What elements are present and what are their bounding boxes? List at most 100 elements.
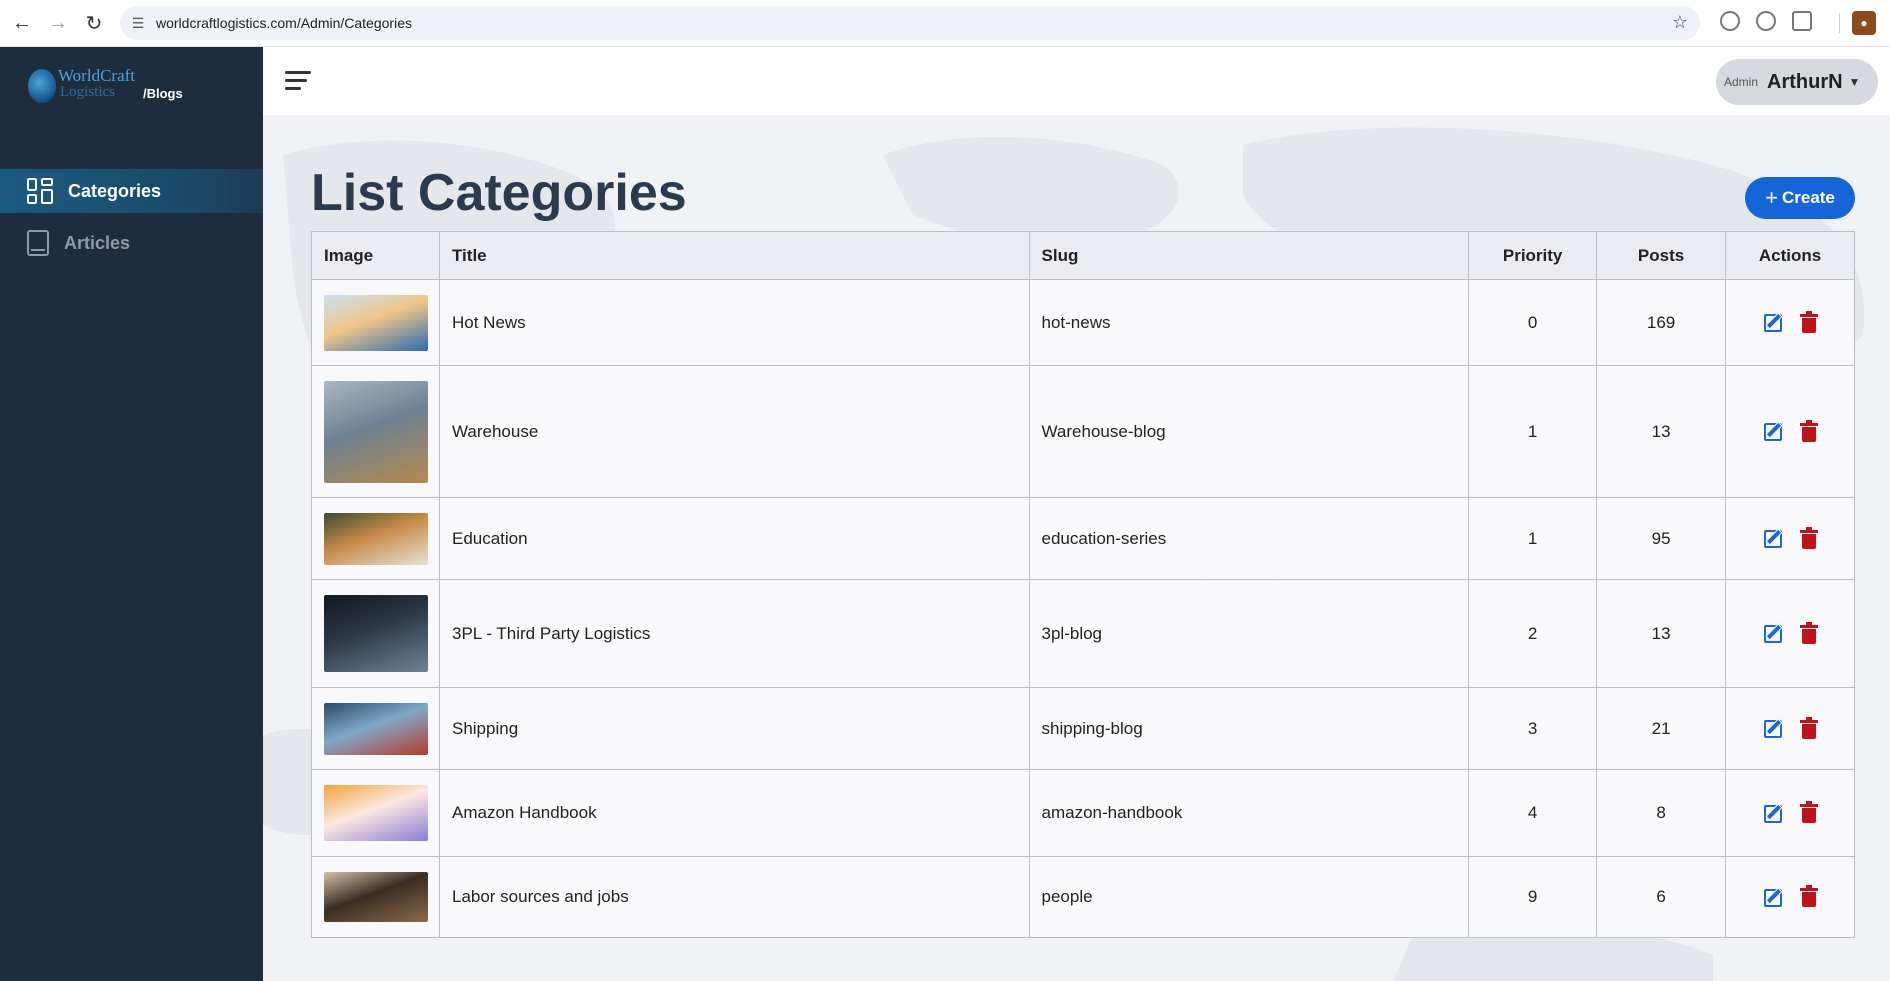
title-cell: Shipping: [438, 687, 1030, 770]
category-thumbnail: [324, 294, 428, 351]
trash-icon[interactable]: [1800, 526, 1819, 549]
sidebar-item-articles[interactable]: Articles: [0, 221, 263, 265]
user-menu[interactable]: Admin ArthurN ▼: [1716, 59, 1878, 105]
category-thumbnail: [324, 380, 428, 483]
categories-table: Image Title Slug Priority Posts Actions …: [311, 231, 1855, 938]
edit-icon[interactable]: [1764, 888, 1783, 907]
table-row: Hot News hot-news 0 169: [311, 279, 1855, 366]
column-header-priority: Priority: [1468, 231, 1598, 280]
actions-cell: [1725, 579, 1855, 688]
logo-brand: WorldCraft: [58, 66, 135, 85]
posts-cell: 13: [1596, 365, 1727, 498]
priority-cell: 1: [1468, 365, 1598, 498]
browser-toolbar: ← → ↻ ☰ worldcraftlogistics.com/Admin/Ca…: [0, 0, 1890, 47]
edit-icon[interactable]: [1764, 804, 1783, 823]
trash-icon[interactable]: [1800, 885, 1819, 907]
trash-icon[interactable]: [1800, 419, 1819, 442]
logo-suffix: /Blogs: [143, 86, 183, 101]
book-icon: [27, 230, 49, 256]
site-settings-icon[interactable]: ☰: [120, 15, 156, 32]
sidebar-item-label: Articles: [64, 232, 131, 253]
url-text[interactable]: worldcraftlogistics.com/Admin/Categories: [156, 15, 412, 31]
sidebar-item-label: Categories: [68, 180, 162, 201]
category-thumbnail: [324, 595, 428, 672]
back-icon[interactable]: ←: [4, 5, 40, 41]
actions-cell: [1725, 687, 1855, 770]
actions-cell: [1725, 279, 1855, 366]
title-cell: Warehouse: [438, 365, 1030, 498]
image-cell: [311, 856, 440, 938]
image-cell: [311, 769, 440, 857]
posts-cell: 169: [1596, 279, 1727, 366]
table-row: Education education-series 1 95: [311, 497, 1855, 580]
slug-cell: shipping-blog: [1028, 687, 1470, 770]
column-header-image: Image: [311, 231, 440, 280]
sidebar-item-categories[interactable]: Categories: [0, 169, 263, 213]
create-button-label: Create: [1781, 188, 1835, 207]
address-bar[interactable]: ☰ worldcraftlogistics.com/Admin/Categori…: [120, 6, 1700, 40]
category-thumbnail: [324, 785, 428, 841]
table-row: Amazon Handbook amazon-handbook 4 8: [311, 769, 1855, 857]
posts-cell: 13: [1596, 579, 1727, 688]
username: ArthurN: [1767, 70, 1843, 93]
column-header-title: Title: [438, 231, 1030, 280]
slug-cell: amazon-handbook: [1028, 769, 1470, 857]
trash-icon[interactable]: [1800, 801, 1819, 823]
slug-cell: Warehouse-blog: [1028, 365, 1470, 498]
globe-icon: [28, 69, 56, 103]
edit-icon[interactable]: [1764, 720, 1783, 738]
priority-cell: 1: [1468, 497, 1598, 580]
grid-icon: [27, 178, 53, 204]
posts-cell: 95: [1596, 497, 1727, 580]
table-row: Warehouse Warehouse-blog 1 13: [311, 365, 1855, 498]
logo[interactable]: WorldCraft Logistics /Blogs: [28, 65, 228, 109]
actions-cell: [1725, 365, 1855, 498]
edit-icon[interactable]: [1764, 530, 1783, 548]
title-cell: Labor sources and jobs: [438, 856, 1030, 938]
priority-cell: 3: [1468, 687, 1598, 770]
profile-icon[interactable]: ●: [1852, 11, 1876, 35]
page-title: List Categories: [311, 164, 687, 222]
avatar: Admin: [1723, 75, 1758, 89]
trash-icon[interactable]: [1800, 621, 1819, 644]
plus-icon: +: [1765, 185, 1778, 210]
table-row: 3PL - Third Party Logistics 3pl-blog 2 1…: [311, 579, 1855, 688]
image-cell: [311, 497, 440, 580]
slug-cell: education-series: [1028, 497, 1470, 580]
edit-icon[interactable]: [1764, 423, 1783, 441]
reload-icon[interactable]: ↻: [76, 5, 112, 41]
puzzle-icon[interactable]: [1792, 11, 1812, 31]
star-icon[interactable]: ☆: [1672, 12, 1688, 33]
slug-cell: hot-news: [1028, 279, 1470, 366]
top-header: Admin ArthurN ▼: [263, 47, 1890, 115]
toolbar-divider: [1839, 13, 1840, 33]
posts-cell: 6: [1596, 856, 1727, 938]
hamburger-menu-icon[interactable]: [285, 71, 311, 91]
actions-cell: [1725, 856, 1855, 938]
forward-icon[interactable]: →: [40, 5, 76, 41]
priority-cell: 9: [1468, 856, 1598, 938]
posts-cell: 8: [1596, 769, 1727, 857]
category-thumbnail: [324, 512, 428, 565]
column-header-actions: Actions: [1725, 231, 1855, 280]
create-button[interactable]: + Create: [1745, 177, 1855, 219]
main-content: List Categories + Create Image Title Slu…: [263, 115, 1890, 981]
priority-cell: 2: [1468, 579, 1598, 688]
logo-brand-sub: Logistics: [60, 84, 115, 100]
image-cell: [311, 687, 440, 770]
trash-icon[interactable]: [1800, 716, 1819, 739]
category-thumbnail: [324, 872, 428, 922]
image-cell: [311, 579, 440, 688]
slug-cell: 3pl-blog: [1028, 579, 1470, 688]
trash-icon[interactable]: [1800, 310, 1819, 333]
column-header-slug: Slug: [1028, 231, 1470, 280]
actions-cell: [1725, 497, 1855, 580]
edit-icon[interactable]: [1764, 314, 1783, 332]
image-cell: [311, 365, 440, 498]
edit-icon[interactable]: [1764, 625, 1783, 643]
title-cell: 3PL - Third Party Logistics: [438, 579, 1030, 688]
extension-icon[interactable]: [1720, 11, 1740, 31]
actions-cell: [1725, 769, 1855, 857]
table-row: Labor sources and jobs people 9 6: [311, 856, 1855, 938]
extension-icon[interactable]: [1756, 11, 1776, 31]
